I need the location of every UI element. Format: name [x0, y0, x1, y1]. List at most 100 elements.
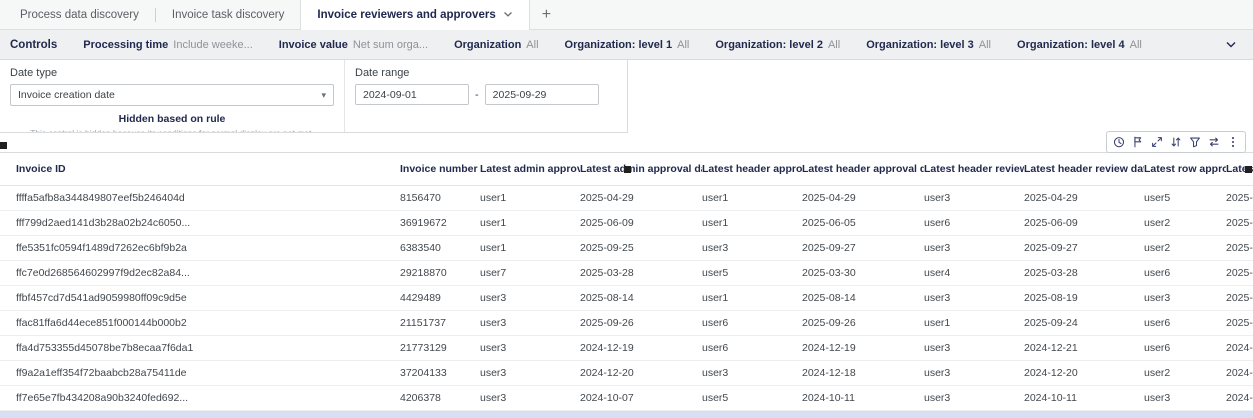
- tab-invoice-reviewers-and-approvers[interactable]: Invoice reviewers and approvers: [300, 0, 530, 30]
- table-cell: user5: [702, 385, 802, 411]
- invoice-approvals-table: Invoice ID Invoice number Latest admin app…: [0, 152, 1253, 418]
- column-header[interactable]: Latest header approver: [702, 153, 802, 186]
- table-row[interactable]: ffffa5afb8a344849807eef5b246404d 8156470 u…: [0, 185, 1253, 211]
- table-cell: 2025-08-14: [580, 285, 702, 311]
- column-header[interactable]: Latest admin approver: [480, 153, 580, 186]
- table-row[interactable]: ffe5351fc0594f1489d7262ec6bf9b2a 6383540 u…: [0, 235, 1253, 261]
- table-cell: 2025-04-29: [580, 185, 702, 211]
- table-cell: user1: [480, 185, 580, 211]
- column-header[interactable]: Latest admin approval date: [580, 153, 702, 186]
- expand-icon[interactable]: [1148, 133, 1166, 151]
- table-cell: 2025-09-25: [580, 235, 702, 261]
- date-range-label: Date range: [355, 67, 410, 79]
- table-cell: 21773129: [400, 335, 480, 361]
- table-cell: user1: [702, 285, 802, 311]
- date-range-separator: -: [475, 88, 479, 101]
- table-cell: ff9a2a1eff354f72baabcb28a75411de: [0, 360, 400, 386]
- table-cell: 2025-04-29: [1024, 185, 1144, 211]
- tab-process-data-discovery[interactable]: Process data discovery: [4, 0, 155, 30]
- table-cell: 2025-09-26: [802, 310, 924, 336]
- filter-icon[interactable]: [1186, 133, 1204, 151]
- table-row[interactable]: ffa4d753355d45078be7b8ecaa7f6da1 21773129…: [0, 335, 1253, 361]
- filter-name: Organization: level 4: [1017, 38, 1125, 51]
- table-cell: user5: [702, 260, 802, 286]
- filter-chip-organization-level-1[interactable]: Organization: level 1 All: [565, 39, 690, 51]
- date-type-select[interactable]: Invoice creation date ▾: [10, 84, 334, 106]
- table-cell: user6: [702, 310, 802, 336]
- table-cell: 2025-08-19: [1024, 285, 1144, 311]
- table-cell: user6: [1144, 260, 1226, 286]
- table-cell: user6: [924, 210, 1024, 236]
- table-row[interactable]: fff799d2aed141d3b28a02b24c6050... 3691967…: [0, 210, 1253, 236]
- table-cell: ffa4d753355d45078be7b8ecaa7f6da1: [0, 335, 400, 361]
- controls-bar: Controls Processing time Include weeke..…: [0, 30, 1253, 60]
- table-cell: 2025-: [1226, 235, 1253, 261]
- date-start-input[interactable]: [355, 84, 469, 105]
- table-cell: 2025-03-28: [1024, 260, 1144, 286]
- filter-chip-invoice-value[interactable]: Invoice value Net sum orga...: [279, 39, 428, 51]
- table-cell: user3: [1144, 385, 1226, 411]
- date-type-label: Date type: [10, 67, 58, 79]
- column-header[interactable]: Latest row approver: [1144, 153, 1226, 186]
- column-header[interactable]: Latest header review date: [1024, 153, 1144, 186]
- table-cell: user4: [924, 260, 1024, 286]
- flag-icon[interactable]: [1129, 133, 1147, 151]
- column-header[interactable]: Latest header approval date: [802, 153, 924, 186]
- table-cell: 2025-04-29: [802, 185, 924, 211]
- history-icon[interactable]: [1110, 133, 1128, 151]
- date-end-input[interactable]: [484, 84, 599, 105]
- table-cell: fff799d2aed141d3b28a02b24c6050...: [0, 210, 400, 236]
- table-cell: user3: [702, 235, 802, 261]
- tab-label: Invoice task discovery: [171, 8, 285, 21]
- table-row[interactable]: ffc7e0d268564602997f9d2ec82a84... 2921887…: [0, 260, 1253, 286]
- next-row-partial[interactable]: [0, 410, 1253, 418]
- controls-collapse-chevron-down-icon[interactable]: [1225, 40, 1243, 49]
- filter-name: Invoice value: [278, 38, 348, 51]
- table-cell: 2024-12-19: [802, 335, 924, 361]
- filter-value: All: [526, 38, 539, 51]
- resize-handle[interactable]: [624, 166, 631, 173]
- table-row[interactable]: ffac81ffa6d44ece851f000144b000b2 21151737…: [0, 310, 1253, 336]
- filter-chip-organization[interactable]: Organization All: [454, 39, 538, 51]
- table-cell: 2025-08-14: [802, 285, 924, 311]
- hidden-rule-title: Hidden based on rule: [118, 113, 226, 125]
- column-header[interactable]: Latest header reviewer: [924, 153, 1024, 186]
- filter-name: Processing time: [83, 38, 169, 51]
- resize-handle[interactable]: [0, 142, 7, 149]
- column-header[interactable]: Invoice number: [400, 153, 480, 186]
- filter-chip-organization-level-2[interactable]: Organization: level 2 All: [715, 39, 840, 51]
- filter-settings-panel: Date type Invoice creation date ▾ Hidden…: [0, 60, 628, 133]
- table-row[interactable]: ffbf457cd7d541ad9059980ff09c9d5e 4429489 u…: [0, 285, 1253, 311]
- table-cell: 2025-03-28: [580, 260, 702, 286]
- table-cell: user6: [1144, 310, 1226, 336]
- filter-chip-processing-time[interactable]: Processing time Include weeke...: [83, 39, 252, 51]
- date-range-section: Date range -: [345, 60, 627, 132]
- table-row[interactable]: ff9a2a1eff354f72baabcb28a75411de 37204133…: [0, 360, 1253, 386]
- table-cell: 36919672: [400, 210, 480, 236]
- swap-icon[interactable]: [1205, 133, 1223, 151]
- resize-handle[interactable]: [1245, 166, 1252, 173]
- filter-name: Organization: [454, 38, 522, 51]
- more-options-icon[interactable]: [1224, 133, 1242, 151]
- table-cell: user3: [924, 335, 1024, 361]
- table-cell: user2: [1144, 235, 1226, 261]
- sort-icon[interactable]: [1167, 133, 1185, 151]
- table-cell: 2024-: [1226, 385, 1253, 411]
- table-cell: ffffa5afb8a344849807eef5b246404d: [0, 185, 400, 211]
- table-cell: 2025-: [1226, 260, 1253, 286]
- filter-name: Organization: level 2: [715, 38, 823, 51]
- new-tab-button[interactable]: +: [530, 0, 563, 30]
- table-cell: ffac81ffa6d44ece851f000144b000b2: [0, 310, 400, 336]
- tab-menu-chevron-down-icon[interactable]: [503, 9, 513, 21]
- filter-chip-organization-level-4[interactable]: Organization: level 4 All: [1017, 39, 1142, 51]
- table-row[interactable]: ff7e65e7fb434208a90b3240fed692... 4206378…: [0, 385, 1253, 411]
- table-cell: 2024-12-18: [802, 360, 924, 386]
- select-caret-down-icon: ▾: [321, 89, 326, 100]
- table-cell: 37204133: [400, 360, 480, 386]
- column-header[interactable]: Invoice ID: [0, 153, 400, 186]
- table-cell: user1: [924, 310, 1024, 336]
- table-cell: 2025-: [1226, 285, 1253, 311]
- filter-chip-organization-level-3[interactable]: Organization: level 3 All: [866, 39, 991, 51]
- tab-invoice-task-discovery[interactable]: Invoice task discovery: [156, 0, 301, 30]
- table-cell: user5: [1144, 185, 1226, 211]
